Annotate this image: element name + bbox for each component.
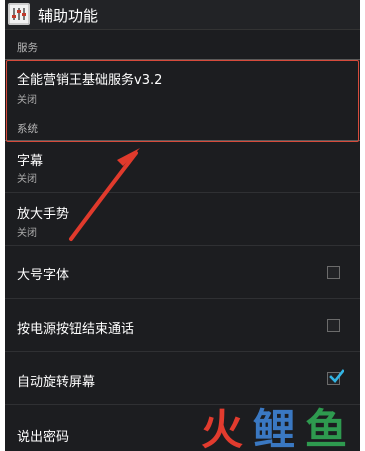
power-ends-call-checkbox[interactable] (327, 319, 340, 332)
auto-rotate-checkbox[interactable] (327, 369, 344, 385)
svg-text:鲤: 鲤 (253, 405, 295, 450)
setting-captions[interactable]: 字幕 关闭 (5, 143, 360, 193)
checkmark-icon (329, 369, 344, 383)
section-header-services: 服务 (5, 33, 360, 60)
row-title: 放大手势 (17, 207, 70, 222)
svg-text:火: 火 (201, 405, 243, 450)
section-header-system: 系统 (5, 114, 360, 141)
section-label: 服务 (17, 42, 38, 54)
row-title: 大号字体 (17, 268, 70, 283)
row-title: 按电源按钮结束通话 (17, 322, 135, 337)
section-divider (5, 59, 360, 60)
row-summary: 关闭 (17, 228, 37, 239)
section-label: 系统 (17, 123, 38, 135)
large-text-checkbox[interactable] (327, 266, 340, 279)
setting-large-text[interactable]: 大号字体 (5, 246, 360, 299)
watermark-logo: 火 鲤 鱼 (201, 405, 347, 450)
row-title: 自动旋转屏幕 (17, 375, 96, 390)
app-settings-icon[interactable] (8, 3, 30, 25)
setting-power-ends-call[interactable]: 按电源按钮结束通话 (5, 299, 360, 352)
service-item-marketing[interactable]: 全能营销王基础服务v3.2 关闭 (5, 62, 360, 114)
row-summary: 关闭 (17, 95, 37, 106)
row-title: 字幕 (17, 154, 44, 169)
section-divider (5, 140, 360, 141)
row-title: 说出密码 (17, 430, 70, 445)
setting-auto-rotate[interactable]: 自动旋转屏幕 (5, 352, 360, 405)
setting-magnification-gestures[interactable]: 放大手势 关闭 (5, 193, 360, 246)
row-summary: 关闭 (17, 174, 37, 185)
accessibility-screen: 辅助功能 服务 全能营销王基础服务v3.2 关闭 系统 字幕 关闭 放大手势 关… (5, 0, 360, 451)
svg-text:鱼: 鱼 (305, 405, 347, 450)
page-title: 辅助功能 (38, 7, 99, 25)
action-bar: 辅助功能 (5, 0, 360, 30)
row-title: 全能营销王基础服务v3.2 (17, 73, 163, 88)
